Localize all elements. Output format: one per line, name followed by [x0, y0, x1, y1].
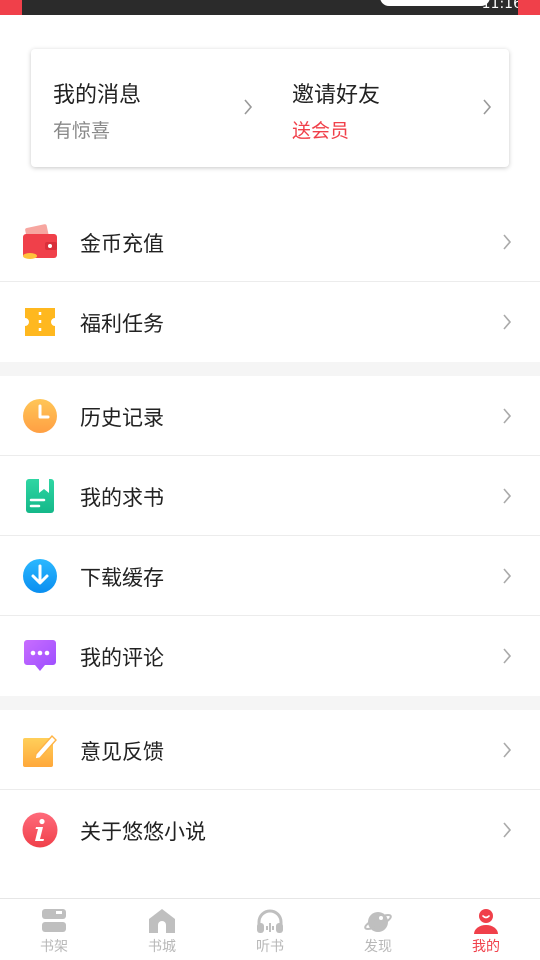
- tab-label: 我的: [472, 939, 500, 955]
- headphones-icon: [257, 909, 283, 933]
- tab-bookshelf[interactable]: 书架: [0, 899, 108, 960]
- chevron-right-icon: [503, 822, 512, 838]
- tab-bookstore[interactable]: 书城: [108, 899, 216, 960]
- status-bar: 11:16: [0, 0, 540, 15]
- section-divider: [0, 362, 540, 376]
- clock-icon: [23, 399, 57, 433]
- status-bar-notch: [380, 0, 490, 6]
- bookshelf-icon: [42, 909, 66, 932]
- menu-item-book-requests[interactable]: 我的求书: [0, 456, 540, 536]
- bottom-tab-bar: 书架 书城 听书 发现 我的: [0, 898, 540, 960]
- menu-item-label: 历史记录: [80, 406, 164, 430]
- status-bar-edge-right: [518, 0, 540, 15]
- quick-actions-card: 我的消息 有惊喜 邀请好友 送会员: [31, 49, 509, 167]
- tab-label: 听书: [256, 939, 284, 955]
- edit-feedback-icon: [23, 734, 57, 767]
- info-icon: [22, 812, 58, 848]
- store-icon: [149, 909, 175, 933]
- chevron-right-icon: [503, 314, 512, 330]
- chevron-right-icon: [503, 648, 512, 664]
- tab-discover[interactable]: 发现: [324, 899, 432, 960]
- menu-item-label: 意见反馈: [80, 740, 164, 764]
- menu-item-label: 关于悠悠小说: [80, 820, 206, 844]
- menu-group-support: 意见反馈 关于悠悠小说: [0, 710, 540, 870]
- my-messages-subtitle: 有惊喜: [53, 120, 111, 142]
- menu-item-label: 福利任务: [80, 312, 164, 336]
- menu-group-content: 历史记录 我的求书 下载缓存 我的评论: [0, 376, 540, 696]
- section-divider: [0, 696, 540, 710]
- my-messages-button[interactable]: 我的消息 有惊喜: [31, 49, 270, 167]
- comment-icon: [24, 640, 56, 671]
- tab-label: 发现: [364, 939, 392, 955]
- invite-friends-subtitle: 送会员: [292, 120, 350, 142]
- chevron-right-icon: [483, 99, 492, 115]
- chevron-right-icon: [503, 742, 512, 758]
- ticket-icon: [25, 308, 55, 336]
- user-icon: [474, 909, 498, 934]
- tab-audiobooks[interactable]: 听书: [216, 899, 324, 960]
- invite-friends-title: 邀请好友: [292, 83, 381, 108]
- status-bar-edge-left: [0, 0, 22, 15]
- menu-item-label: 金币充值: [80, 232, 164, 256]
- tab-mine[interactable]: 我的: [432, 899, 540, 960]
- status-time: 11:16: [481, 0, 522, 12]
- tab-label: 书城: [148, 939, 176, 955]
- chevron-right-icon: [503, 234, 512, 250]
- download-icon: [23, 559, 57, 593]
- menu-item-welfare-tasks[interactable]: 福利任务: [0, 282, 540, 362]
- chevron-right-icon: [503, 568, 512, 584]
- menu-item-about[interactable]: 关于悠悠小说: [0, 790, 540, 870]
- chevron-right-icon: [244, 99, 253, 115]
- menu-item-history[interactable]: 历史记录: [0, 376, 540, 456]
- tab-label: 书架: [40, 939, 68, 955]
- menu-item-download-cache[interactable]: 下载缓存: [0, 536, 540, 616]
- menu-item-feedback[interactable]: 意见反馈: [0, 710, 540, 790]
- bookmark-book-icon: [26, 479, 54, 513]
- my-messages-title: 我的消息: [53, 83, 142, 108]
- menu-item-my-comments[interactable]: 我的评论: [0, 616, 540, 696]
- menu-item-label: 我的评论: [80, 646, 164, 670]
- invite-friends-button[interactable]: 邀请好友 送会员: [270, 49, 509, 167]
- menu-group-account: 金币充值 福利任务: [0, 202, 540, 362]
- menu-item-coin-recharge[interactable]: 金币充值: [0, 202, 540, 282]
- chevron-right-icon: [503, 488, 512, 504]
- planet-icon: [364, 912, 392, 932]
- menu-item-label: 我的求书: [80, 486, 164, 510]
- chevron-right-icon: [503, 408, 512, 424]
- menu-item-label: 下载缓存: [80, 566, 164, 590]
- wallet-icon: [23, 224, 57, 259]
